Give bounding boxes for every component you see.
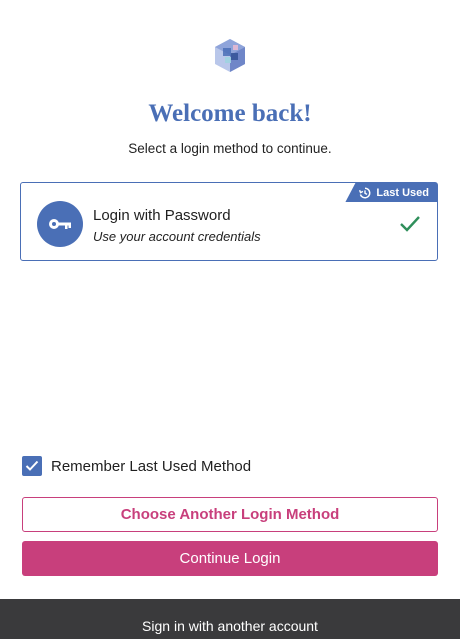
key-icon [49, 219, 71, 229]
page-title: Welcome back! [148, 100, 312, 127]
method-title: Login with Password [93, 207, 231, 224]
checkmark-icon [25, 460, 39, 471]
history-icon [359, 186, 371, 198]
choose-another-method-button[interactable]: Choose Another Login Method [22, 497, 438, 532]
remember-method-option[interactable]: Remember Last Used Method [22, 456, 251, 476]
method-description: Use your account credentials [93, 229, 261, 244]
continue-login-button[interactable]: Continue Login [22, 541, 438, 576]
login-method-password-card[interactable]: Last Used Login with Password Use your a… [20, 182, 438, 261]
app-logo [211, 36, 249, 74]
last-used-badge: Last Used [345, 183, 437, 202]
footer-bar: Sign in with another account [0, 599, 460, 639]
remember-label: Remember Last Used Method [51, 457, 252, 475]
sign-in-another-account-link[interactable]: Sign in with another account [0, 618, 460, 634]
last-used-label: Last Used [376, 186, 429, 199]
key-icon-badge [37, 201, 83, 247]
remember-checkbox[interactable] [22, 456, 42, 476]
check-icon [400, 216, 420, 232]
page-subtitle: Select a login method to continue. [128, 141, 332, 156]
